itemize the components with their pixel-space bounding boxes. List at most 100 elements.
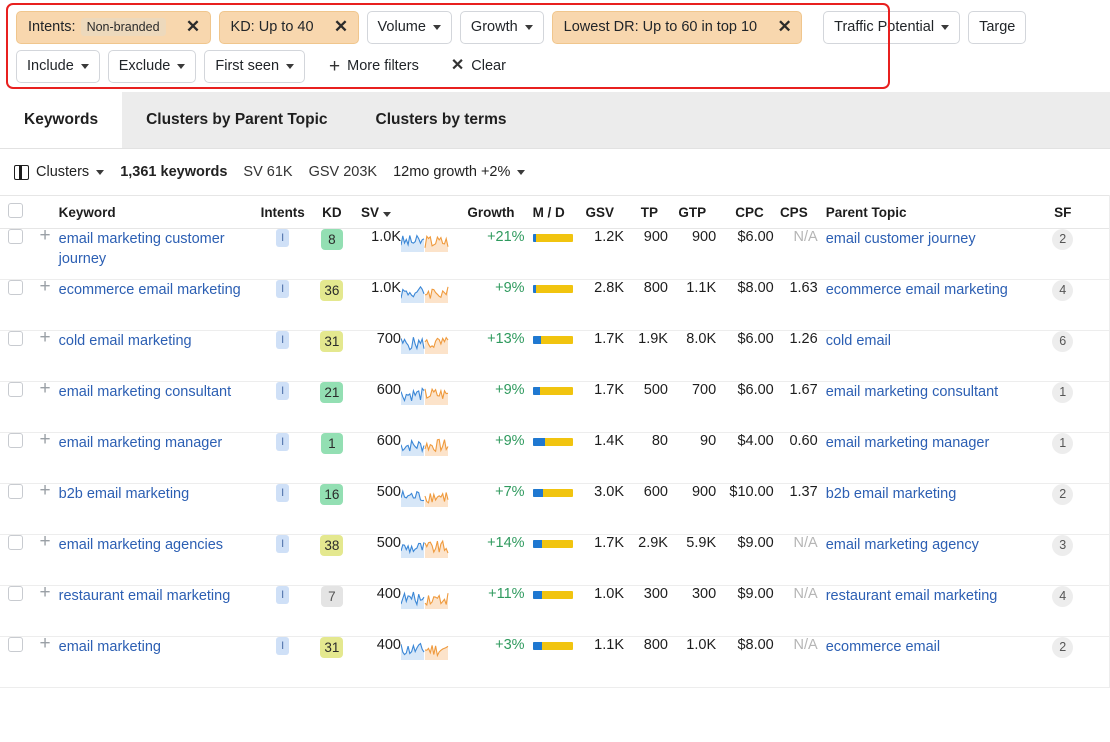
table-row[interactable]: + cold email marketing I 31 700 +13% 1.7K 1.9K 8… (0, 328, 1110, 382)
parent-topic-link[interactable]: restaurant email marketing (826, 586, 1042, 606)
row-expand-cell[interactable]: + (31, 532, 59, 586)
parent-topic-link[interactable]: b2b email marketing (826, 484, 1042, 504)
more-filters-button[interactable]: + More filters (323, 50, 425, 83)
plus-icon[interactable]: + (39, 378, 50, 399)
select-all-checkbox[interactable] (8, 203, 24, 218)
plus-icon[interactable]: + (39, 480, 50, 501)
plus-icon[interactable]: + (39, 276, 50, 297)
row-checkbox[interactable] (8, 433, 24, 448)
select-all-header[interactable] (0, 195, 32, 229)
parent-topic-link[interactable]: cold email (826, 331, 1042, 351)
close-icon[interactable]: ✕ (325, 12, 358, 43)
filter-chip-traffic-potential[interactable]: Traffic Potential (823, 10, 961, 44)
close-icon[interactable]: ✕ (177, 12, 210, 43)
keyword-link[interactable]: email marketing consultant (59, 382, 256, 402)
parent-topic-link[interactable]: email marketing manager (826, 433, 1042, 453)
parent-topic-cell[interactable]: cold email (817, 330, 1042, 382)
plus-icon[interactable]: + (39, 531, 50, 552)
parent-topic-link[interactable]: ecommerce email (826, 637, 1042, 657)
keyword-link[interactable]: b2b email marketing (59, 484, 256, 504)
column-header-growth[interactable]: Growth (463, 195, 525, 229)
parent-topic-cell[interactable]: b2b email marketing (817, 483, 1042, 535)
parent-topic-link[interactable]: email customer journey (826, 229, 1042, 249)
table-row[interactable]: + b2b email marketing I 16 500 +7% 3.0K 600 900 $… (0, 481, 1110, 535)
row-expand-cell[interactable]: + (31, 379, 59, 433)
parent-topic-cell[interactable]: ecommerce email (817, 636, 1042, 688)
keyword-cell[interactable]: b2b email marketing (58, 483, 256, 535)
row-select-cell[interactable] (0, 483, 32, 535)
row-checkbox[interactable] (8, 586, 24, 601)
row-checkbox[interactable] (8, 484, 24, 499)
plus-icon[interactable]: + (39, 327, 50, 348)
row-select-cell[interactable] (0, 381, 32, 433)
plus-icon[interactable]: + (39, 225, 50, 246)
keyword-link[interactable]: email marketing customer journey (59, 229, 256, 269)
tab-clusters-by-terms[interactable]: Clusters by terms (352, 91, 531, 148)
row-expand-cell[interactable]: + (31, 634, 59, 688)
row-select-cell[interactable] (0, 279, 32, 331)
row-expand-cell[interactable]: + (31, 481, 59, 535)
row-select-cell[interactable] (0, 534, 32, 586)
column-header-cps[interactable]: CPS (773, 195, 818, 229)
filter-chip-first-seen[interactable]: First seen (204, 49, 306, 83)
plus-icon[interactable]: + (39, 429, 50, 450)
table-row[interactable]: + email marketing consultant I 21 600 +9% 1.7K… (0, 379, 1110, 433)
parent-topic-cell[interactable]: restaurant email marketing (817, 585, 1042, 637)
keyword-link[interactable]: email marketing (59, 637, 256, 657)
keyword-cell[interactable]: email marketing consultant (58, 381, 256, 433)
filter-chip-intents[interactable]: Intents: Non-branded ✕ (16, 10, 211, 44)
keyword-link[interactable]: email marketing agencies (59, 535, 256, 555)
row-expand-cell[interactable]: + (31, 583, 59, 637)
filter-chip-lowest-dr[interactable]: Lowest DR: Up to 60 in top 10 ✕ (551, 10, 803, 44)
tab-clusters-by-parent-topic[interactable]: Clusters by Parent Topic (122, 91, 351, 148)
tab-keywords[interactable]: Keywords (0, 91, 123, 148)
table-row[interactable]: + email marketing customer journey I 8 1.0K +… (0, 226, 1110, 280)
column-header-cpc[interactable]: CPC (716, 195, 774, 229)
column-header-parent-topic[interactable]: Parent Topic (817, 195, 1042, 229)
filter-chip-growth[interactable]: Growth (459, 10, 544, 44)
growth-dropdown[interactable]: 12mo growth +2% (393, 164, 526, 180)
parent-topic-link[interactable]: ecommerce email marketing (826, 280, 1042, 300)
keyword-cell[interactable]: restaurant email marketing (58, 585, 256, 637)
row-checkbox[interactable] (8, 382, 24, 397)
column-header-tp[interactable]: TP (624, 195, 668, 229)
parent-topic-cell[interactable]: email marketing agency (817, 534, 1042, 586)
table-row[interactable]: + restaurant email marketing I 7 400 +11% 1.0K… (0, 583, 1110, 637)
column-header-keyword[interactable]: Keyword (58, 195, 256, 229)
table-row[interactable]: + ecommerce email marketing I 36 1.0K +9% 2.8K… (0, 277, 1110, 331)
keyword-link[interactable]: restaurant email marketing (59, 586, 256, 606)
keyword-cell[interactable]: email marketing (58, 636, 256, 688)
row-select-cell[interactable] (0, 432, 32, 484)
parent-topic-link[interactable]: email marketing consultant (826, 382, 1042, 402)
parent-topic-cell[interactable]: ecommerce email marketing (817, 279, 1042, 331)
row-checkbox[interactable] (8, 280, 24, 295)
column-header-gtp[interactable]: GTP (667, 195, 717, 229)
row-expand-cell[interactable]: + (31, 430, 59, 484)
column-header-sf[interactable]: SF (1041, 195, 1084, 229)
keyword-link[interactable]: cold email marketing (59, 331, 256, 351)
row-expand-cell[interactable]: + (31, 277, 59, 331)
clusters-dropdown[interactable]: Clusters (14, 164, 105, 180)
row-expand-cell[interactable]: + (31, 226, 59, 280)
parent-topic-link[interactable]: email marketing agency (826, 535, 1042, 555)
row-checkbox[interactable] (8, 637, 24, 652)
column-header-kd[interactable]: KD (309, 195, 354, 229)
parent-topic-cell[interactable]: email customer journey (817, 228, 1042, 280)
row-checkbox[interactable] (8, 331, 24, 346)
parent-topic-cell[interactable]: email marketing manager (817, 432, 1042, 484)
plus-icon[interactable]: + (39, 633, 50, 654)
row-checkbox[interactable] (8, 535, 24, 550)
row-select-cell[interactable] (0, 636, 32, 688)
table-row[interactable]: + email marketing I 31 400 +3% 1.1K 800 1.0K $8.0… (0, 634, 1110, 688)
row-select-cell[interactable] (0, 228, 32, 280)
keyword-cell[interactable]: cold email marketing (58, 330, 256, 382)
filter-chip-target[interactable]: Targe (968, 10, 1027, 44)
row-select-cell[interactable] (0, 585, 32, 637)
parent-topic-cell[interactable]: email marketing consultant (817, 381, 1042, 433)
table-row[interactable]: + email marketing agencies I 38 500 +14% 1.7K 2… (0, 532, 1110, 586)
plus-icon[interactable]: + (39, 582, 50, 603)
keyword-cell[interactable]: email marketing agencies (58, 534, 256, 586)
column-header-md[interactable]: M / D (524, 195, 575, 229)
keyword-cell[interactable]: ecommerce email marketing (58, 279, 256, 331)
column-header-sv[interactable]: SV (353, 195, 401, 229)
